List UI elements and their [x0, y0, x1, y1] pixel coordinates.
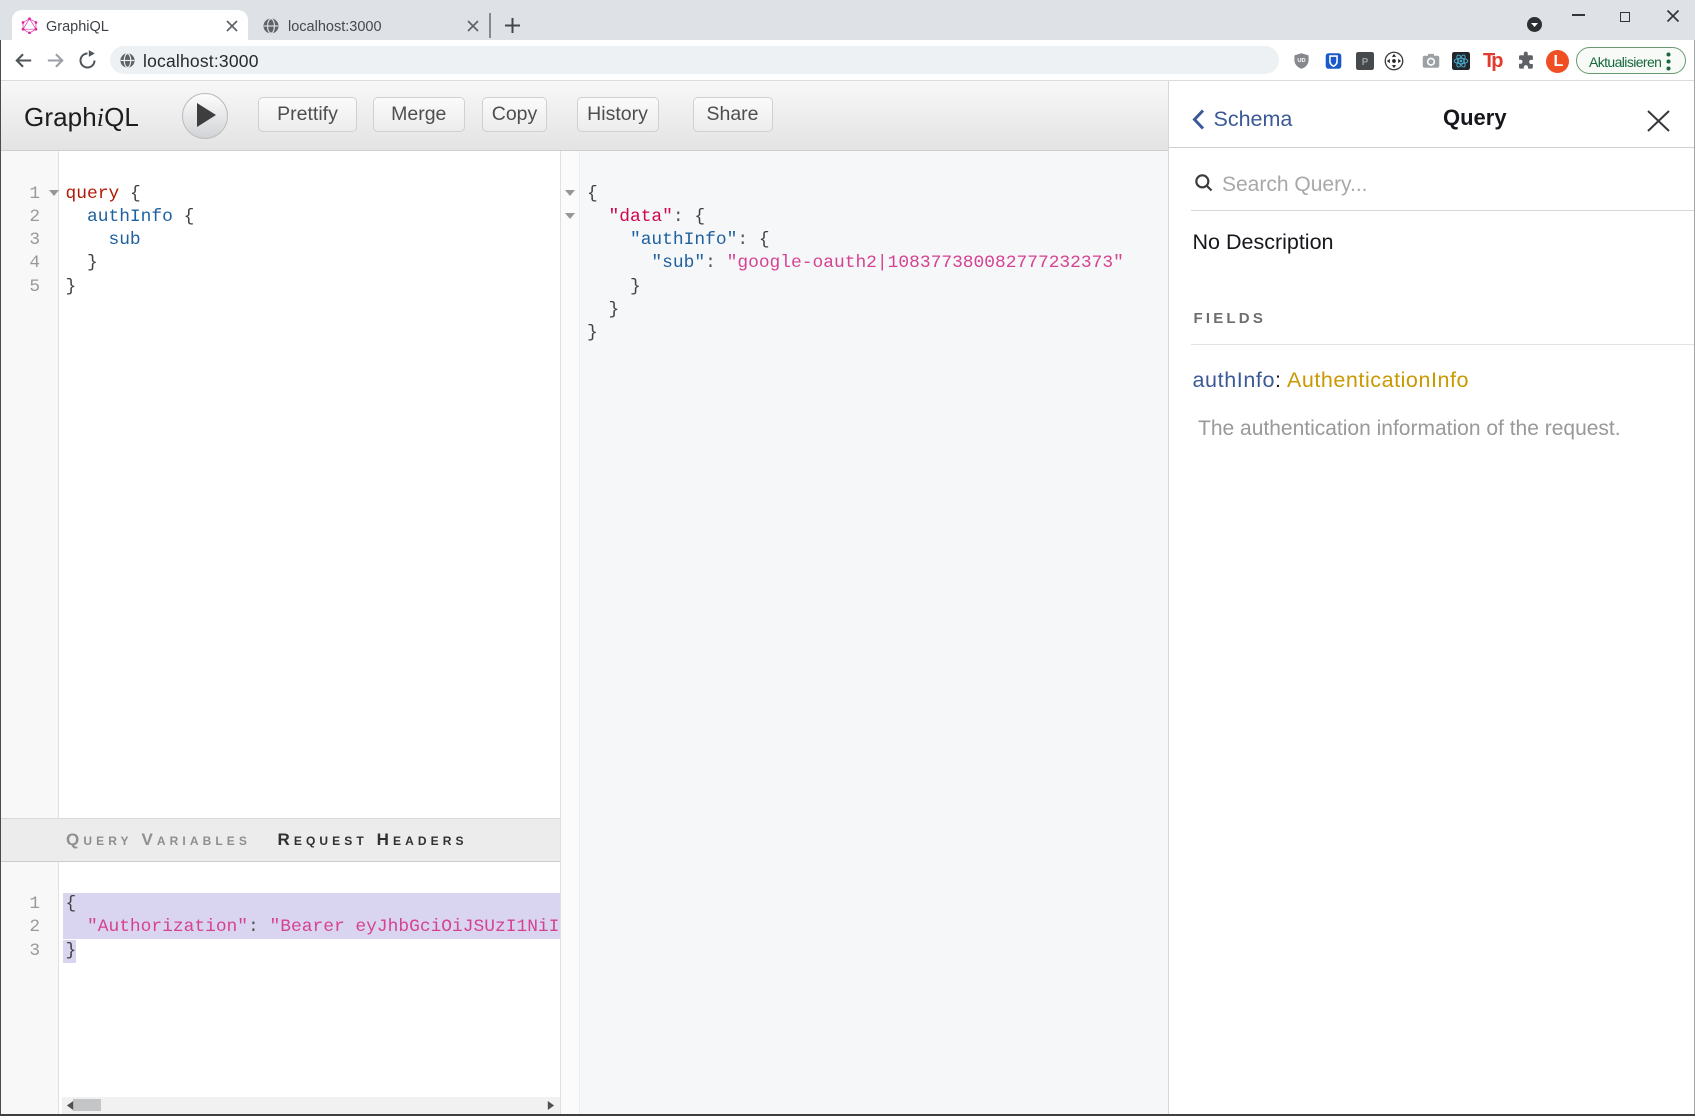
- svg-text:UD: UD: [1297, 58, 1305, 64]
- svg-text:P: P: [1362, 57, 1369, 68]
